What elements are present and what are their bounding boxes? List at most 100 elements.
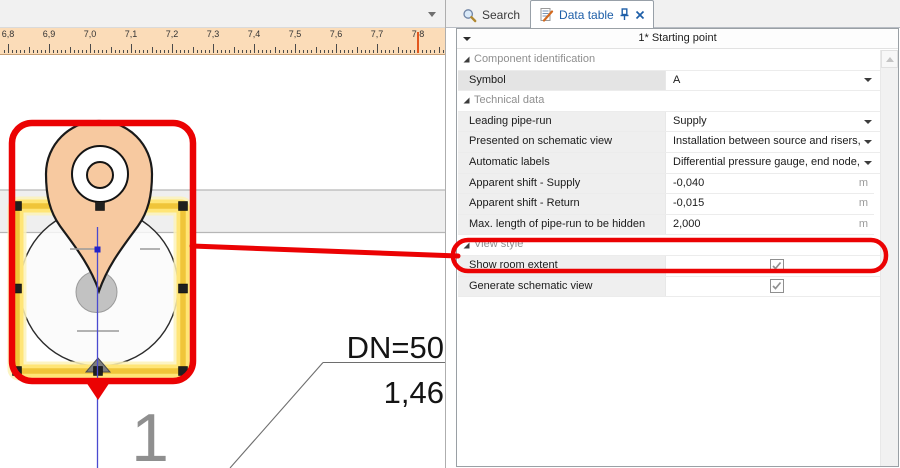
dropdown-arrow-icon[interactable]	[864, 161, 872, 165]
dropdown-arrow-icon[interactable]	[864, 78, 872, 82]
property-value[interactable]: -0,040	[673, 174, 859, 194]
ruler-tick	[37, 50, 38, 54]
dropdown-arrow-icon[interactable]	[864, 120, 872, 124]
property-label[interactable]: Automatic labels	[458, 153, 665, 173]
ruler-label: 7,7	[362, 29, 392, 39]
property-value-cell[interactable]: Supply	[665, 112, 880, 132]
row-leading-pipe-run[interactable]: Leading pipe-run Supply	[458, 112, 880, 133]
ruler-tick	[168, 50, 169, 54]
ruler-tick	[49, 44, 50, 53]
ruler-label: 6,8	[0, 29, 23, 39]
ruler-tick	[303, 50, 304, 54]
row-apparent-shift-supply[interactable]: Apparent shift - Supply-0,040m	[458, 174, 874, 195]
row-presented-on-schematic-view[interactable]: Presented on schematic view Installation …	[458, 132, 880, 153]
close-icon[interactable]	[635, 10, 645, 20]
header-dropdown-icon[interactable]	[463, 37, 471, 41]
group-label: Technical data	[474, 91, 544, 111]
property-value[interactable]: A	[673, 71, 864, 91]
ruler-tick	[328, 50, 329, 54]
scroll-up-button[interactable]	[881, 50, 898, 68]
ruler-tick	[57, 50, 58, 54]
panel-header[interactable]: 1* Starting point	[457, 29, 898, 49]
property-value[interactable]: -0,015	[673, 194, 859, 214]
ruler-tick	[24, 50, 25, 54]
dropdown-arrow-icon[interactable]	[864, 140, 872, 144]
property-label[interactable]: Apparent shift - Return	[458, 194, 665, 214]
property-label[interactable]: Generate schematic view	[458, 277, 665, 297]
property-label[interactable]: Leading pipe-run	[458, 112, 665, 132]
ruler-tick	[365, 50, 366, 54]
property-value-cell[interactable]: A	[665, 71, 880, 91]
ruler-tick	[106, 50, 107, 54]
ruler-tick	[410, 50, 411, 54]
ruler-tick	[266, 50, 267, 54]
ruler-tick	[299, 50, 300, 54]
group-label: View style	[474, 235, 523, 255]
ruler-tick	[152, 47, 153, 54]
checkbox-generate-schematic-view[interactable]	[673, 279, 880, 293]
row-show-room-extent[interactable]: Show room extent	[458, 256, 880, 277]
ruler-tick	[201, 50, 202, 54]
row-component-identification[interactable]: Component identification	[458, 50, 880, 71]
property-value-cell[interactable]: -0,040m	[665, 174, 874, 194]
ruler-tick	[74, 50, 75, 54]
row-max-length-of-pipe-run-to-be-hidden[interactable]: Max. length of pipe-run to be hidden2,00…	[458, 215, 874, 236]
property-value-cell[interactable]: Differential pressure gauge, end node,	[665, 153, 880, 173]
property-value-cell[interactable]	[665, 277, 880, 297]
pin-icon[interactable]	[619, 8, 630, 21]
ruler-tick	[307, 50, 308, 54]
row-generate-schematic-view[interactable]: Generate schematic view	[458, 277, 880, 298]
property-label[interactable]: Show room extent	[458, 256, 665, 276]
property-value-cell[interactable]: 2,000m	[665, 215, 874, 235]
property-value-cell[interactable]: -0,015m	[665, 194, 874, 214]
tab-data-table[interactable]: Data table	[530, 0, 654, 28]
property-value-cell[interactable]	[665, 256, 880, 276]
ruler-tick	[430, 50, 431, 54]
property-value[interactable]: 2,000	[673, 215, 859, 235]
ruler-tick	[33, 50, 34, 54]
row-symbol[interactable]: Symbol A	[458, 71, 880, 92]
property-label[interactable]: Presented on schematic view	[458, 132, 665, 152]
property-value[interactable]: Installation between source and risers,	[673, 132, 864, 152]
property-label[interactable]: Max. length of pipe-run to be hidden	[458, 215, 665, 235]
checkbox-show-room-extent[interactable]	[673, 259, 880, 273]
row-technical-data[interactable]: Technical data	[458, 91, 880, 112]
ruler-tick	[402, 50, 403, 54]
group-expander-icon[interactable]	[458, 50, 474, 70]
plan-drawing[interactable]: DN=50 1,46 1	[0, 0, 445, 468]
ruler-tick	[90, 44, 91, 53]
property-label[interactable]: Apparent shift - Supply	[458, 174, 665, 194]
group-expander-icon[interactable]	[458, 91, 474, 111]
canvas-toolbar	[0, 0, 445, 28]
panel-tabstrip: Search Data table	[446, 0, 900, 28]
ruler-tick	[70, 47, 71, 54]
row-view-style[interactable]: View style	[458, 235, 880, 256]
ruler-tick	[389, 50, 390, 54]
drawing-canvas[interactable]: DN=50 1,46 1 6,86,97,07,17,27,37,47,57,6…	[0, 0, 446, 468]
tab-search[interactable]: Search	[452, 3, 530, 27]
horizontal-ruler: 6,86,97,07,17,27,37,47,57,67,77,8	[0, 28, 445, 55]
ruler-tick	[414, 50, 415, 54]
toolbar-dropdown-icon[interactable]	[428, 12, 436, 17]
property-value-cell[interactable]: Installation between source and risers,	[665, 132, 880, 152]
node-point[interactable]	[95, 247, 101, 253]
ruler-tick	[357, 47, 358, 54]
unit-label: m	[859, 174, 868, 194]
ruler-tick	[385, 50, 386, 54]
group-expander-icon[interactable]	[458, 235, 474, 255]
ruler-tick	[143, 50, 144, 54]
ruler-tick	[94, 50, 95, 54]
panel-scrollbar[interactable]	[880, 50, 898, 466]
row-apparent-shift-return[interactable]: Apparent shift - Return-0,015m	[458, 194, 874, 215]
ruler-tick	[193, 47, 194, 54]
ruler-tick	[78, 50, 79, 54]
ruler-tick	[98, 50, 99, 54]
property-value[interactable]: Differential pressure gauge, end node,	[673, 153, 864, 173]
dn-label: DN=50	[347, 330, 444, 365]
ruler-tick	[139, 50, 140, 54]
property-value[interactable]: Supply	[673, 112, 864, 132]
ruler-tick	[332, 50, 333, 54]
row-automatic-labels[interactable]: Automatic labels Differential pressure ga…	[458, 153, 880, 174]
property-label[interactable]: Symbol	[458, 71, 665, 91]
data-table-panel: 1* Starting point Component identificati…	[456, 28, 899, 467]
